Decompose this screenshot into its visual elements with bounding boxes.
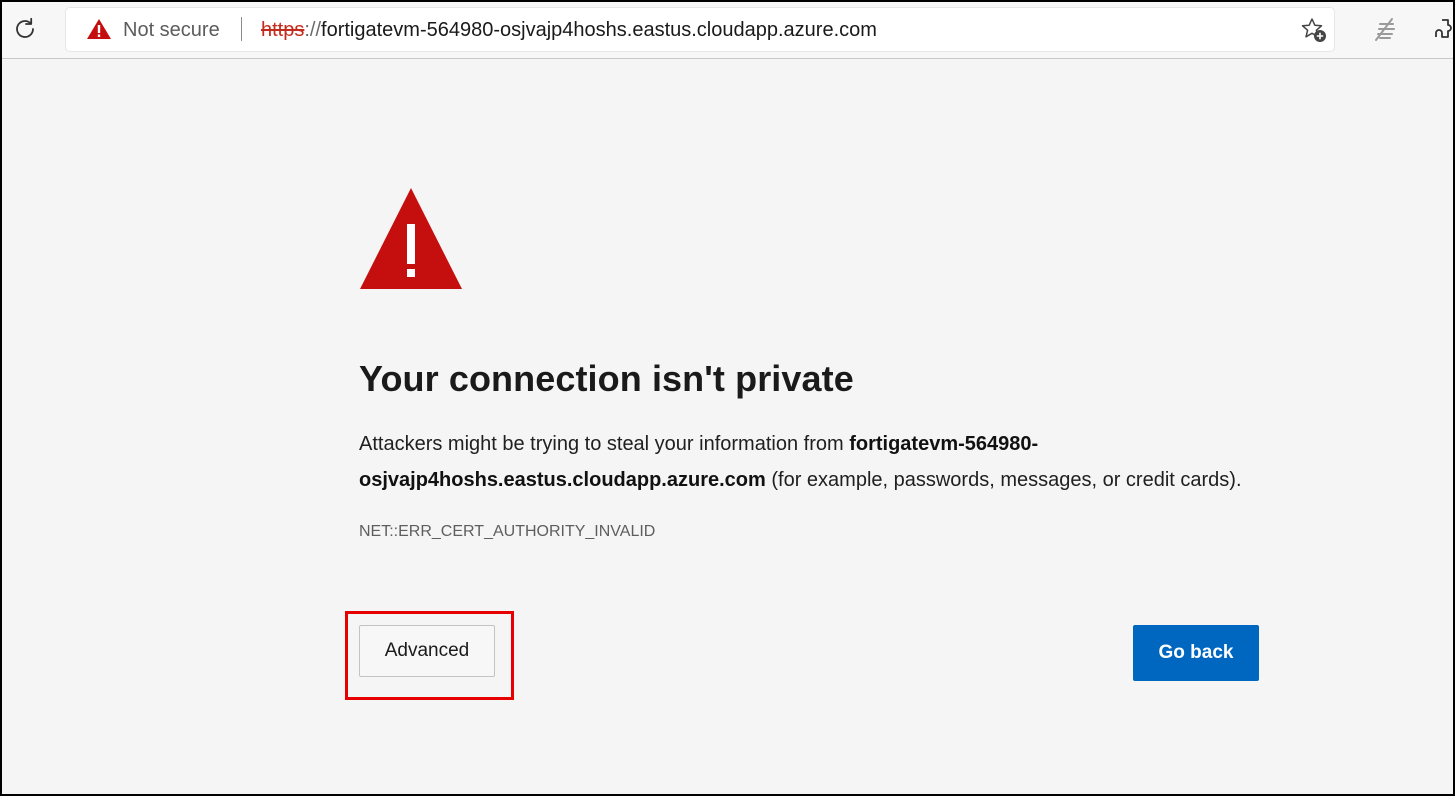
url-host: fortigatevm-564980-osjvajp4hoshs.eastus.… [321, 19, 877, 41]
url-text[interactable]: https://fortigatevm-564980-osjvajp4hoshs… [261, 18, 877, 42]
address-divider [241, 17, 242, 41]
go-back-button[interactable]: Go back [1133, 625, 1259, 681]
reading-view-icon[interactable] [1370, 14, 1400, 44]
page-title: Your connection isn't private [359, 358, 854, 399]
add-favorite-icon[interactable] [1299, 16, 1329, 44]
refresh-button[interactable] [10, 14, 40, 44]
address-bar[interactable]: Not secure https://fortigatevm-564980-os… [66, 8, 1334, 51]
advanced-button[interactable]: Advanced [359, 625, 495, 677]
description-prefix: Attackers might be trying to steal your … [359, 433, 850, 455]
error-code: NET::ERR_CERT_AUTHORITY_INVALID [359, 523, 656, 540]
url-separator: :// [304, 19, 322, 41]
browser-toolbar: Not secure https://fortigatevm-564980-os… [2, 2, 1453, 59]
url-scheme: https [261, 19, 305, 41]
description-suffix: (for example, passwords, messages, or cr… [765, 469, 1242, 491]
warning-triangle-icon [360, 188, 462, 289]
browser-window: Not secure https://fortigatevm-564980-os… [0, 0, 1455, 796]
not-secure-label[interactable]: Not secure [123, 18, 220, 42]
warning-triangle-icon [87, 19, 111, 39]
refresh-icon [16, 17, 34, 38]
extension-icon[interactable] [1434, 16, 1454, 46]
error-description: Attackers might be trying to steal your … [359, 426, 1269, 498]
